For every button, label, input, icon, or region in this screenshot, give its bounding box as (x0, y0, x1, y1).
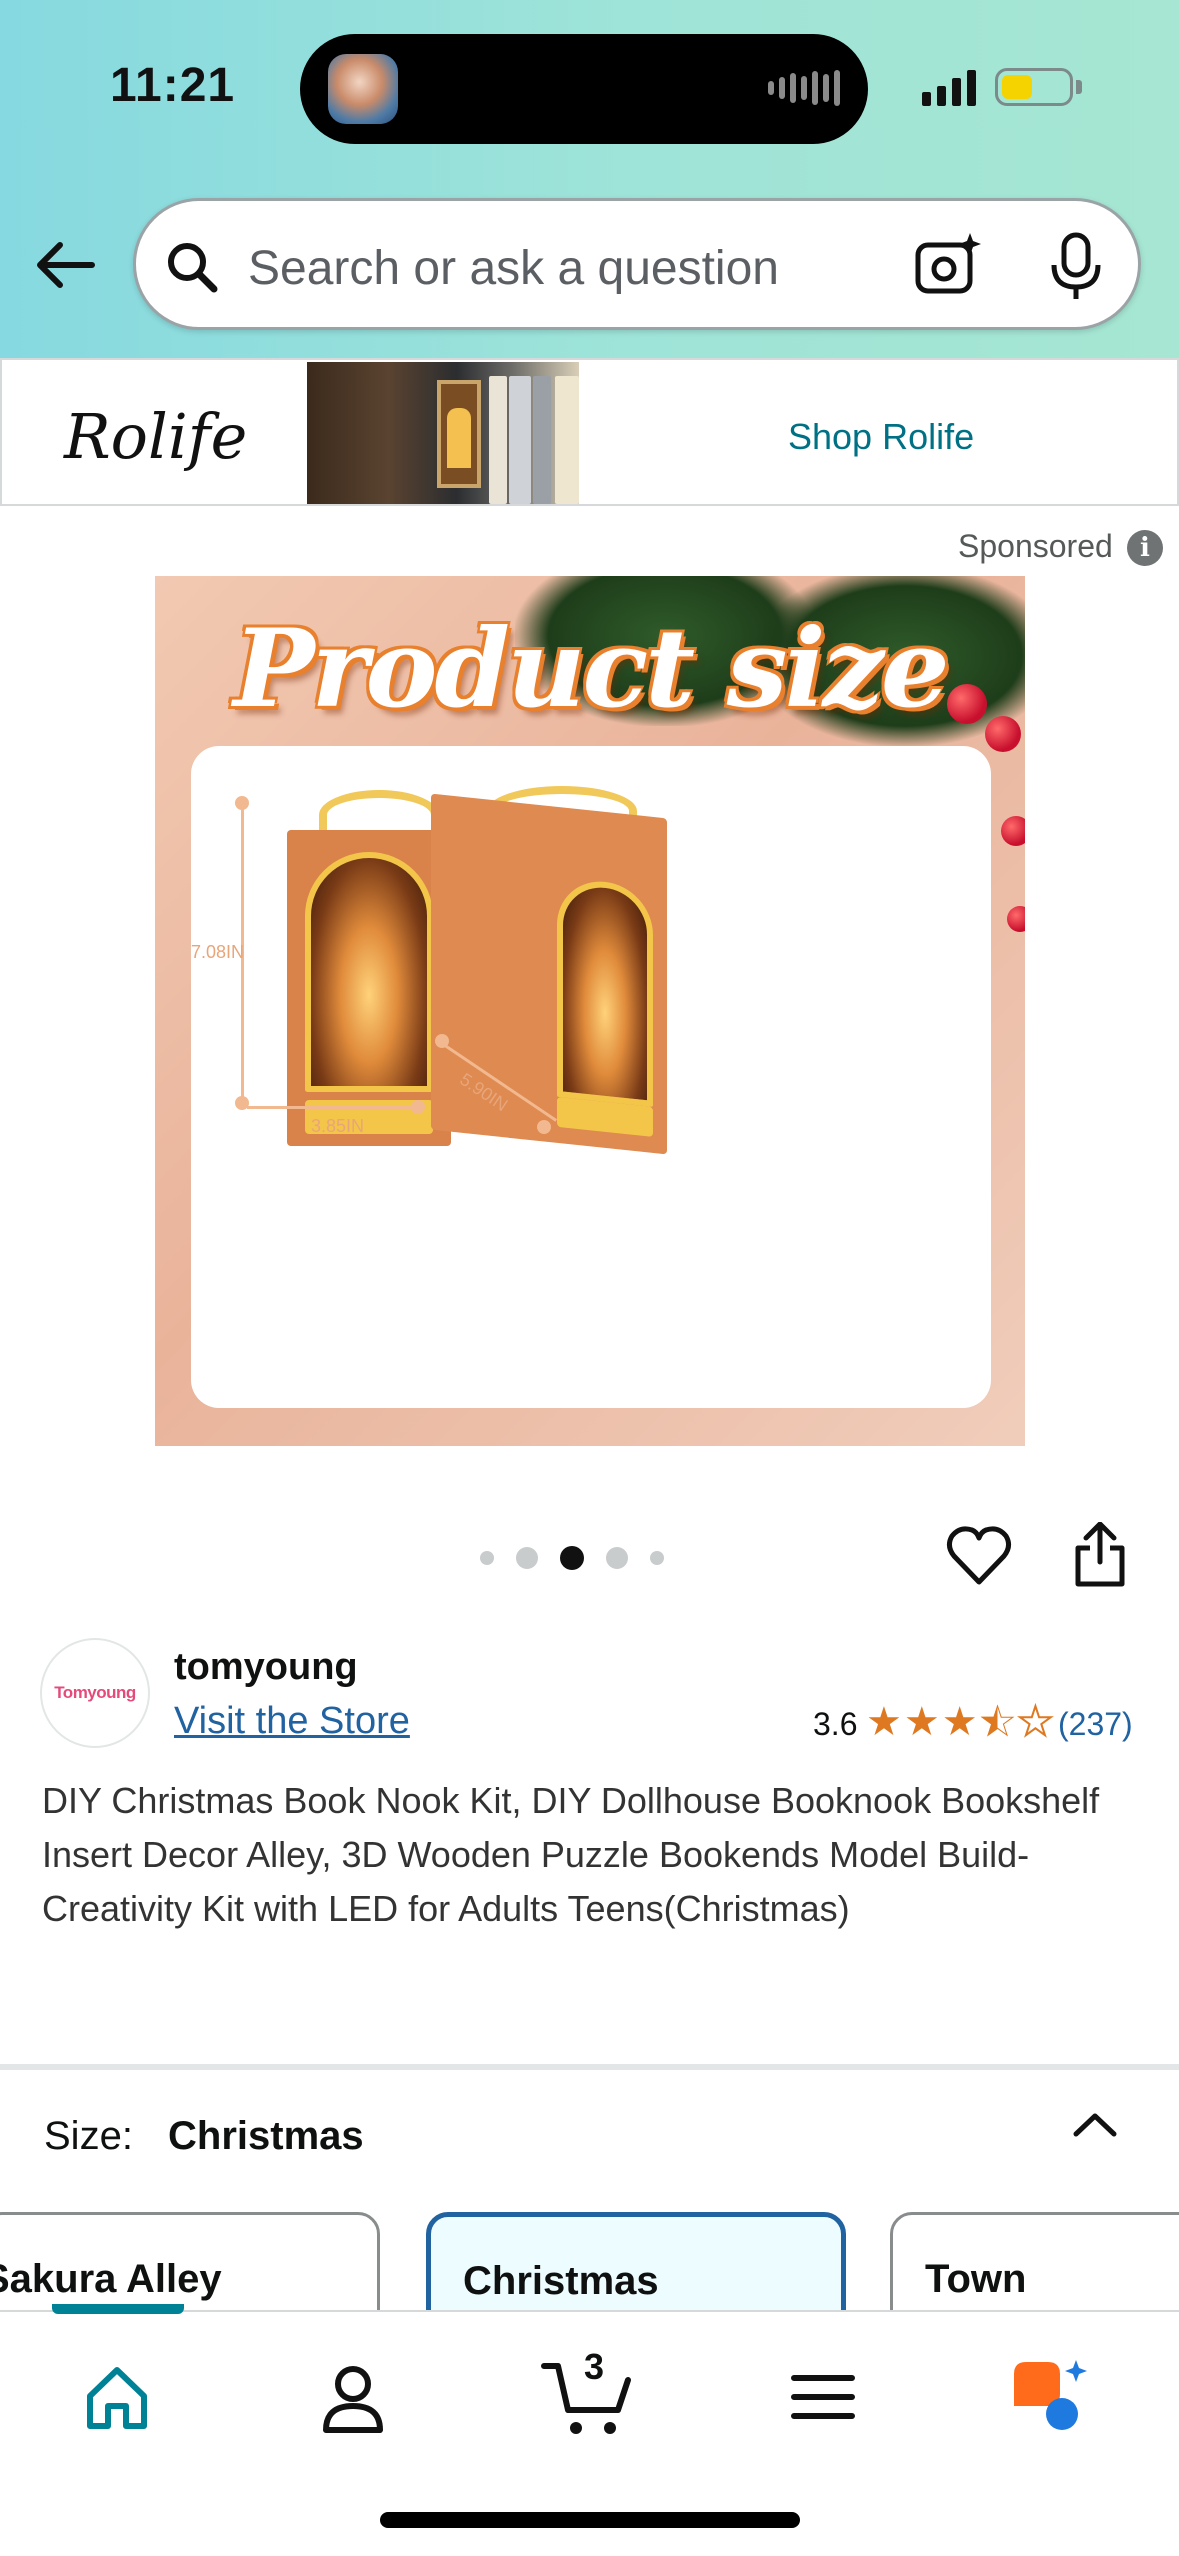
star-icon: ★ (941, 1700, 978, 1744)
battery-cap (1076, 80, 1082, 94)
back-arrow-icon[interactable] (32, 230, 102, 300)
visit-store-link[interactable]: Visit the Store (174, 1700, 410, 1743)
home-icon[interactable] (72, 2352, 162, 2442)
carousel-dot[interactable] (480, 1551, 494, 1565)
menu-icon[interactable] (778, 2352, 868, 2442)
account-icon[interactable] (308, 2352, 398, 2442)
product-title: DIY Christmas Book Nook Kit, DIY Dollhou… (42, 1780, 1100, 1929)
audio-waveform-icon (768, 70, 840, 106)
image-headline: Product size (233, 606, 949, 732)
size-label: Size: (44, 2114, 133, 2158)
info-icon[interactable]: i (1127, 530, 1163, 566)
carousel-dots[interactable] (480, 1546, 664, 1570)
empty-star-icon: ★ (1016, 1699, 1054, 1745)
dynamic-island (300, 34, 868, 144)
brand-banner[interactable]: Rolife Shop Rolife (0, 358, 1179, 506)
star-rating[interactable]: ★ ★ ★ ★ ★ (866, 1699, 1054, 1745)
seller-name: tomyoung (174, 1646, 358, 1688)
carousel-dot[interactable] (516, 1547, 538, 1569)
width-label: 3.85IN (311, 1116, 365, 1136)
brand-banner-image[interactable] (307, 362, 579, 504)
product-image[interactable]: Product size 7.08IN 3.85IN 5.90IN (155, 576, 1025, 1446)
half-star-icon: ★ (979, 1700, 1016, 1745)
chevron-up-icon[interactable] (1068, 2098, 1122, 2152)
mic-icon[interactable] (1046, 231, 1106, 301)
section-divider (0, 2064, 1179, 2070)
active-tab-indicator (52, 2304, 184, 2314)
brand-logo[interactable]: Rolife (64, 400, 247, 473)
height-label: 7.08IN (191, 942, 245, 962)
carousel-dot[interactable] (650, 1551, 664, 1565)
star-icon: ★ (866, 1700, 902, 1744)
cart-count: 3 (584, 2346, 605, 2387)
now-playing-artwork (328, 54, 398, 124)
camera-search-icon[interactable] (914, 231, 982, 299)
search-bar[interactable]: Search or ask a question (133, 198, 1141, 330)
home-indicator (380, 2512, 800, 2528)
image-panel: 7.08IN 3.85IN 5.90IN (191, 746, 991, 1408)
shop-brand-link[interactable]: Shop Rolife (788, 416, 974, 458)
carousel-dot-active[interactable] (560, 1546, 584, 1570)
star-icon: ★ (903, 1700, 940, 1744)
carousel-dot[interactable] (606, 1547, 628, 1569)
search-icon (168, 243, 218, 293)
header-area: 11:21 Search or ask a question (0, 0, 1179, 358)
share-icon[interactable] (1072, 1522, 1128, 1588)
status-time: 11:21 (110, 59, 236, 112)
rufus-assistant-icon[interactable] (1006, 2352, 1096, 2442)
size-value: Christmas (168, 2114, 364, 2158)
rating-count[interactable]: (237) (1058, 1706, 1133, 1743)
seller-logo[interactable]: Tomyoung (40, 1638, 150, 1748)
rating-value[interactable]: 3.6 (813, 1706, 857, 1743)
battery-icon (995, 68, 1073, 106)
search-input[interactable]: Search or ask a question (248, 241, 779, 296)
cellular-signal-icon (922, 66, 976, 106)
sponsored-label: Sponsored (958, 528, 1113, 564)
cart-button[interactable]: 3 (540, 2346, 640, 2446)
heart-icon[interactable] (946, 1524, 1012, 1586)
